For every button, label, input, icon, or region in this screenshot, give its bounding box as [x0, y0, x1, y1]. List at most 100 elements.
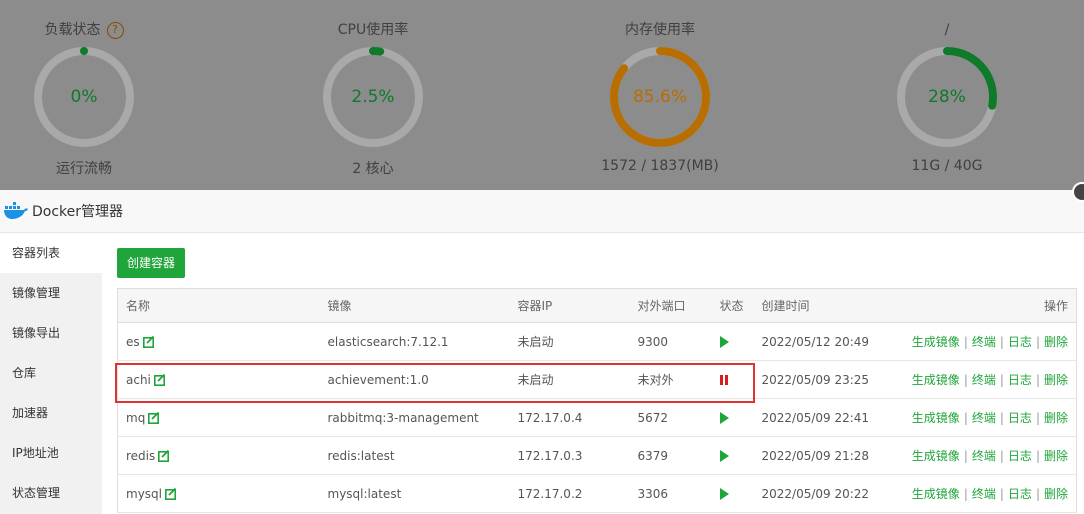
pause-icon[interactable] [719, 375, 728, 385]
sidebar-item-repository[interactable]: 仓库 [0, 353, 102, 393]
container-actions: 生成镜像 | 终端 | 日志 | 删除 [881, 436, 1077, 475]
gauge-value: 28% [928, 87, 966, 107]
action-separator: | [1035, 373, 1040, 387]
action-link[interactable]: 终端 [972, 449, 996, 463]
container-name-cell: mysql [117, 474, 320, 513]
action-separator: | [1035, 449, 1040, 463]
container-name[interactable]: redis [126, 449, 155, 463]
action-link[interactable]: 删除 [1044, 487, 1068, 501]
play-icon[interactable] [719, 412, 729, 424]
gauge-subtitle: 2 核心 [352, 161, 394, 177]
action-link[interactable]: 生成镜像 [912, 449, 960, 463]
action-link[interactable]: 终端 [972, 411, 996, 425]
container-name-cell: es [117, 322, 320, 361]
action-separator: | [999, 487, 1004, 501]
play-icon[interactable] [719, 450, 729, 462]
table-header-row: 名称 镜像 容器IP 对外端口 状态 创建时间 操作 [117, 288, 1077, 323]
action-link[interactable]: 日志 [1008, 449, 1032, 463]
edit-icon[interactable] [165, 487, 177, 500]
sidebar-item-accelerator[interactable]: 加速器 [0, 393, 102, 433]
table-row: es elasticsearch:7.12.1 未启动 9300 2022/05/12 … [117, 322, 1077, 361]
edit-icon[interactable] [158, 449, 170, 462]
container-port: 9300 [629, 322, 712, 361]
dialog-header: Docker管理器 [0, 190, 1084, 233]
container-image: redis:latest [319, 436, 510, 475]
action-link[interactable]: 删除 [1044, 373, 1068, 387]
gauge-memory: 内存使用率 85.6% 1572 / 1837(MB) [570, 20, 750, 174]
container-ip: 172.17.0.2 [509, 474, 630, 513]
container-name-cell: achi [117, 360, 320, 399]
action-separator: | [999, 335, 1004, 349]
container-actions: 生成镜像 | 终端 | 日志 | 删除 [881, 398, 1077, 437]
gauge-title: / [944, 22, 950, 38]
column-header-status: 状态 [711, 288, 754, 323]
action-link[interactable]: 日志 [1008, 411, 1032, 425]
column-header-name: 名称 [117, 288, 320, 323]
gauge-subtitle: 1572 / 1837(MB) [601, 158, 719, 174]
container-port: 3306 [629, 474, 712, 513]
create-container-button[interactable]: 创建容器 [117, 248, 186, 278]
action-separator: | [963, 487, 968, 501]
edit-icon[interactable] [153, 373, 166, 386]
action-link[interactable]: 生成镜像 [912, 335, 960, 349]
container-ip: 172.17.0.4 [509, 398, 630, 437]
gauge-ring: 28% [894, 44, 1000, 150]
edit-icon[interactable] [148, 411, 160, 424]
container-created: 2022/05/09 22:41 [753, 398, 882, 437]
action-link[interactable]: 删除 [1044, 335, 1068, 349]
container-status [711, 474, 754, 513]
column-header-actions: 操作 [881, 288, 1077, 323]
action-link[interactable]: 生成镜像 [912, 487, 960, 501]
container-ip: 未启动 [509, 322, 630, 361]
action-link[interactable]: 日志 [1008, 335, 1032, 349]
table-row: redis redis:latest 172.17.0.3 6379 2022/05/0… [117, 436, 1077, 475]
action-separator: | [999, 373, 1004, 387]
container-name[interactable]: es [126, 335, 140, 349]
help-icon[interactable]: ? [106, 21, 124, 39]
action-link[interactable]: 终端 [972, 335, 996, 349]
table-row: mysql mysql:latest 172.17.0.2 3306 2022/05/0… [117, 474, 1077, 513]
edit-icon[interactable] [142, 335, 155, 348]
gauge-value: 2.5% [351, 87, 395, 107]
action-link[interactable]: 日志 [1008, 373, 1032, 387]
sidebar: 容器列表 镜像管理 镜像导出 仓库 加速器 IP地址池 状态管理 [0, 233, 102, 514]
sidebar-item-image-export[interactable]: 镜像导出 [0, 313, 102, 353]
sidebar-item-ip-pool[interactable]: IP地址池 [0, 433, 102, 473]
gauge-load: 负载状态? 0% 运行流畅 [0, 20, 174, 178]
sidebar-item-status-management[interactable]: 状态管理 [0, 473, 102, 513]
action-separator: | [1035, 487, 1040, 501]
dialog-title: Docker管理器 [32, 204, 124, 220]
sidebar-item-image-management[interactable]: 镜像管理 [0, 273, 102, 313]
container-name[interactable]: mysql [126, 487, 162, 501]
action-link[interactable]: 终端 [972, 373, 996, 387]
action-separator: | [999, 411, 1004, 425]
container-status [711, 436, 754, 475]
gauge-title: 内存使用率 [625, 22, 695, 38]
action-link[interactable]: 终端 [972, 487, 996, 501]
action-link[interactable]: 生成镜像 [912, 411, 960, 425]
sidebar-item-container-list[interactable]: 容器列表 [0, 233, 102, 273]
action-separator: | [1035, 411, 1040, 425]
action-link[interactable]: 删除 [1044, 411, 1068, 425]
gauge-title: 负载状态 [44, 22, 101, 38]
action-link[interactable]: 生成镜像 [912, 373, 960, 387]
column-header-image: 镜像 [319, 288, 510, 323]
play-icon[interactable] [719, 488, 729, 500]
gauge-value: 85.6% [632, 87, 687, 107]
container-name-cell: redis [117, 436, 320, 475]
action-separator: | [963, 449, 968, 463]
action-separator: | [999, 449, 1004, 463]
container-name[interactable]: mq [126, 411, 145, 425]
table-row: achi achievement:1.0 未启动 未对外 2022/05/09 23:2… [117, 360, 1077, 399]
action-separator: | [963, 411, 968, 425]
action-link[interactable]: 删除 [1044, 449, 1068, 463]
container-image: mysql:latest [319, 474, 510, 513]
container-created: 2022/05/09 20:22 [753, 474, 882, 513]
container-name[interactable]: achi [126, 373, 151, 387]
action-link[interactable]: 日志 [1008, 487, 1032, 501]
container-actions: 生成镜像 | 终端 | 日志 | 删除 [881, 360, 1077, 399]
container-port: 未对外 [629, 360, 712, 399]
play-icon[interactable] [719, 336, 729, 348]
action-separator: | [1035, 335, 1040, 349]
container-status [711, 322, 754, 361]
